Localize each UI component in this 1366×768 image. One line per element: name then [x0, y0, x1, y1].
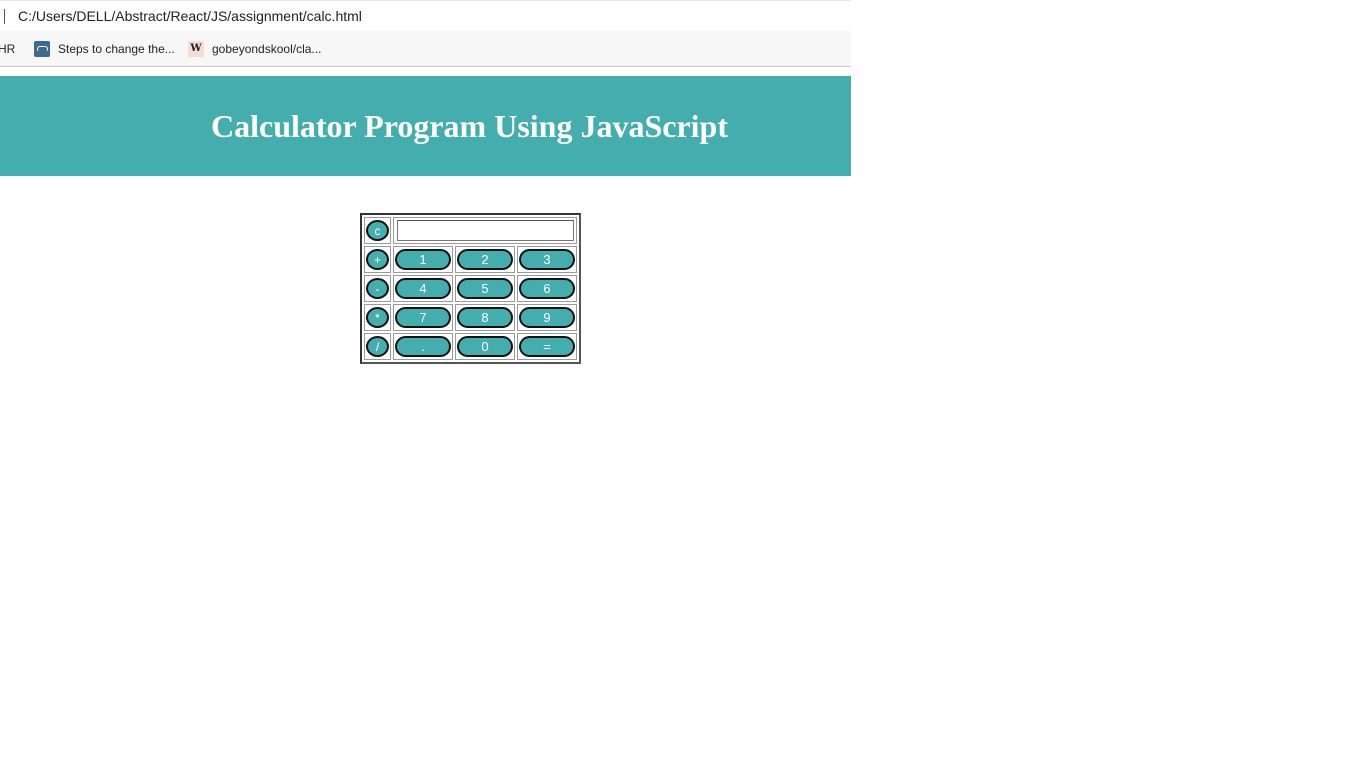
- add-button[interactable]: +: [366, 249, 389, 270]
- page-title: Calculator Program Using JavaScript: [211, 107, 728, 144]
- browser-viewport: C:/Users/DELL/Abstract/React/JS/assignme…: [0, 0, 851, 768]
- calculator-cell: =: [517, 333, 577, 360]
- digit-7-button[interactable]: 7: [395, 307, 451, 328]
- digit-3-button[interactable]: 3: [519, 249, 575, 270]
- calculator-cell: 2: [455, 246, 515, 273]
- calculator-cell: 8: [455, 304, 515, 331]
- calculator-cell: 4: [393, 275, 453, 302]
- calculator-cell: -: [364, 275, 391, 302]
- digit-9-button[interactable]: 9: [519, 307, 575, 328]
- bookmark-gobeyondskool[interactable]: W gobeyondskool/cla...: [188, 40, 321, 58]
- divide-button[interactable]: /: [366, 336, 389, 357]
- address-bar[interactable]: C:/Users/DELL/Abstract/React/JS/assignme…: [0, 0, 851, 31]
- digit-8-button[interactable]: 8: [457, 307, 513, 328]
- equals-button[interactable]: =: [519, 336, 575, 357]
- bookmark-steps[interactable]: Steps to change the...: [34, 40, 175, 58]
- calculator-table: c + 1 2 3 - 4 5 6 * 7 8 9 / . 0 =: [360, 213, 581, 364]
- calculator-cell: 9: [517, 304, 577, 331]
- calculator-row: + 1 2 3: [364, 246, 577, 273]
- decimal-point-button[interactable]: .: [395, 336, 451, 357]
- calculator-cell: 7: [393, 304, 453, 331]
- calculator-cell: [393, 217, 577, 244]
- calculator-cell: +: [364, 246, 391, 273]
- calculator-cell: 0: [455, 333, 515, 360]
- calculator-display[interactable]: [396, 220, 574, 241]
- clear-button[interactable]: c: [366, 220, 389, 241]
- bookmark-label: gobeyondskool/cla...: [212, 42, 322, 56]
- calculator-cell: .: [393, 333, 453, 360]
- calculator-cell: c: [364, 217, 391, 244]
- digit-2-button[interactable]: 2: [457, 249, 513, 270]
- calculator-cell: 5: [455, 275, 515, 302]
- text-caret: [4, 9, 5, 24]
- bookmarks-bar: HR Steps to change the... W gobeyondskoo…: [0, 31, 851, 67]
- header-banner: Calculator Program Using JavaScript: [0, 76, 851, 176]
- bookmark-label: HR: [0, 42, 16, 56]
- calculator-cell: 6: [517, 275, 577, 302]
- calculator-cell: *: [364, 304, 391, 331]
- calculator-row: c: [364, 217, 577, 244]
- calculator-row: * 7 8 9: [364, 304, 577, 331]
- bookmark-label: Steps to change the...: [58, 42, 175, 56]
- digit-5-button[interactable]: 5: [457, 278, 513, 299]
- calculator-row: / . 0 =: [364, 333, 577, 360]
- digit-4-button[interactable]: 4: [395, 278, 451, 299]
- calculator-cell: 3: [517, 246, 577, 273]
- calculator-row: - 4 5 6: [364, 275, 577, 302]
- bookmark-hr[interactable]: HR: [0, 40, 15, 58]
- subtract-button[interactable]: -: [366, 278, 389, 299]
- calculator-cell: /: [364, 333, 391, 360]
- w-icon: W: [188, 41, 204, 57]
- digit-0-button[interactable]: 0: [457, 336, 513, 357]
- calculator-cell: 1: [393, 246, 453, 273]
- link-icon: [34, 41, 50, 57]
- address-url[interactable]: C:/Users/DELL/Abstract/React/JS/assignme…: [18, 8, 362, 24]
- digit-6-button[interactable]: 6: [519, 278, 575, 299]
- digit-1-button[interactable]: 1: [395, 249, 451, 270]
- multiply-button[interactable]: *: [366, 307, 389, 328]
